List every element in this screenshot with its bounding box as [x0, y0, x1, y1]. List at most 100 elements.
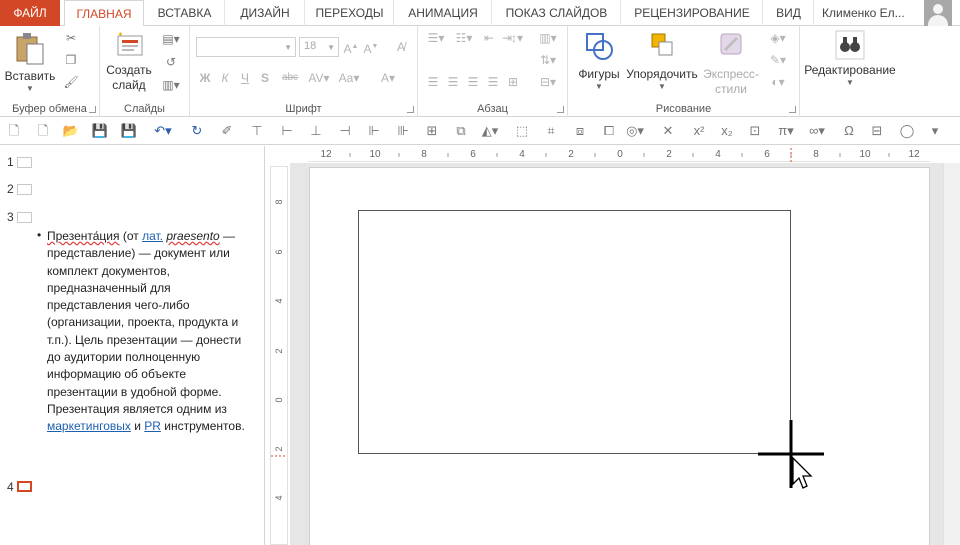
font-color-icon[interactable]: A▾	[376, 70, 400, 86]
align-center-objects-icon[interactable]: ⊪	[394, 122, 412, 140]
align-middle-icon[interactable]: ⊩	[365, 122, 383, 140]
tab-insert[interactable]: ВСТАВКА	[145, 0, 225, 26]
ungroup-icon[interactable]: ⧈	[571, 122, 589, 140]
copy-icon[interactable]: ❐	[62, 52, 80, 68]
clear-format-icon[interactable]: A̸	[392, 39, 410, 55]
bold-button[interactable]: Ж	[196, 70, 214, 86]
new-slide-label-2: слайд	[112, 78, 146, 92]
pr-link[interactable]: PR	[144, 419, 161, 433]
line-spacing-icon[interactable]: ↕▾	[504, 30, 530, 46]
avatar[interactable]	[924, 0, 952, 26]
font-size-combo[interactable]: 18 ▼	[299, 37, 339, 57]
align-left-objects-icon[interactable]: ⊢	[278, 122, 296, 140]
symbol-icon[interactable]: ⊟	[868, 122, 886, 140]
equation-icon[interactable]: π▾	[774, 122, 798, 140]
align-top-icon[interactable]: ⊤	[248, 122, 266, 140]
layout-icon[interactable]: ▤▾	[158, 31, 184, 47]
distribute-icon[interactable]: ⊞	[423, 122, 441, 140]
marketing-link[interactable]: маркетинговых	[47, 419, 131, 433]
slide-thumb-icon[interactable]	[17, 157, 32, 168]
new-slide-button[interactable]: Создать слайд	[104, 30, 154, 93]
omega-icon[interactable]: Ω	[840, 122, 858, 140]
clipboard-launcher-icon[interactable]	[89, 106, 96, 113]
arrange-button[interactable]: Упорядочить ▼	[626, 30, 698, 92]
grow-font-icon[interactable]: A▲	[342, 39, 360, 56]
tab-transitions[interactable]: ПЕРЕХОДЫ	[306, 0, 394, 26]
slide-thumb-icon-selected[interactable]	[17, 481, 32, 492]
tab-home[interactable]: ГЛАВНАЯ	[64, 0, 144, 27]
text-direction-icon[interactable]: ⇅▾	[536, 52, 560, 68]
tab-view[interactable]: ВИД	[764, 0, 814, 26]
shrink-font-icon[interactable]: A▼	[362, 39, 380, 56]
tab-slideshow[interactable]: ПОКАЗ СЛАЙДОВ	[493, 0, 621, 26]
align-left-icon[interactable]: ☰	[424, 74, 442, 90]
user-name[interactable]: Клименко Ел...	[822, 0, 905, 26]
justify-icon[interactable]: ☰	[484, 74, 502, 90]
slide-thumb-icon[interactable]	[17, 212, 32, 223]
format-painter-icon[interactable]: ✐	[218, 122, 236, 140]
latin-link[interactable]: лат.	[142, 229, 163, 243]
drawing-launcher-icon[interactable]	[789, 106, 796, 113]
italic-button[interactable]: К	[216, 70, 234, 86]
group-icon[interactable]: ⧉	[452, 122, 470, 140]
editing-button[interactable]: Редактирование ▼	[802, 30, 898, 88]
subscript-icon[interactable]: x₂	[718, 122, 736, 140]
vertical-scrollbar[interactable]	[943, 163, 960, 545]
shape-effects-icon[interactable]: ◐▾	[766, 74, 790, 90]
strikethrough-button[interactable]: abc	[278, 70, 302, 86]
align-right-icon[interactable]: ☰	[464, 74, 482, 90]
change-case-icon[interactable]: Aa▾	[338, 70, 360, 86]
open-folder-icon[interactable]: 📂	[62, 122, 80, 140]
tab-review[interactable]: РЕЦЕНЗИРОВАНИЕ	[622, 0, 763, 26]
save-as-icon[interactable]: 💾	[120, 122, 138, 140]
tab-file[interactable]: ФАЙЛ	[0, 0, 60, 26]
redo-icon[interactable]: ↻	[188, 122, 206, 140]
bullets-icon[interactable]: ☰▾	[424, 30, 448, 46]
shape-fill-icon[interactable]: ◈▾	[766, 30, 790, 46]
superscript-icon[interactable]: x²	[690, 122, 708, 140]
char-spacing-icon[interactable]: AV▾	[306, 70, 332, 86]
numbering-icon[interactable]: ☷▾	[452, 30, 476, 46]
quick-styles-button[interactable]: Экспресс- стили	[698, 30, 764, 97]
decrease-indent-icon[interactable]: ⇤	[480, 30, 498, 46]
section-icon[interactable]: ▥▾	[158, 77, 184, 93]
close-icon[interactable]: ✕	[659, 122, 677, 140]
rotate-icon[interactable]: ◭▾	[478, 122, 502, 140]
slide-thumb-icon[interactable]	[17, 184, 32, 195]
outline-pane[interactable]: 1 2 3 • Презента́ция (от лат. praesento …	[0, 146, 265, 545]
paragraph-launcher-icon[interactable]	[557, 106, 564, 113]
customize-icon[interactable]: ▾	[926, 122, 944, 140]
align-right-objects-icon[interactable]: ⊣	[336, 122, 354, 140]
undo-icon[interactable]: ↶▾	[150, 122, 176, 140]
drawn-rectangle-shape[interactable]	[358, 210, 791, 454]
new-blank-icon[interactable]: 🗋	[34, 122, 52, 140]
infinity-icon[interactable]: ∞▾	[804, 122, 830, 140]
align-center-icon[interactable]: ☰	[444, 74, 462, 90]
merge-shapes-icon[interactable]: ◎▾	[622, 122, 648, 140]
align-bottom-icon[interactable]: ⊥	[307, 122, 325, 140]
paste-button[interactable]: Вставить ▼	[2, 30, 58, 94]
format-painter-icon[interactable]: 🖌	[62, 74, 80, 90]
outline-text-term: Презента́ция	[47, 229, 120, 243]
font-launcher-icon[interactable]	[407, 106, 414, 113]
tab-animation[interactable]: АНИМАЦИЯ	[395, 0, 492, 26]
columns-icon[interactable]: ▥▾	[536, 30, 560, 46]
select-icon[interactable]: ⬚	[513, 122, 531, 140]
cut-icon[interactable]: ✂	[62, 30, 80, 46]
align-text-icon[interactable]: ⊟▾	[536, 74, 560, 90]
save-icon[interactable]: 💾	[91, 122, 109, 140]
new-document-icon[interactable]: 🗋	[5, 122, 23, 140]
tab-design[interactable]: ДИЗАЙН	[226, 0, 305, 26]
underline-button[interactable]: Ч	[236, 70, 254, 86]
shape-outline-icon[interactable]: ✎▾	[766, 52, 790, 68]
smartart-icon[interactable]: ⊞	[504, 74, 522, 90]
shapes-button[interactable]: Фигуры ▼	[572, 30, 626, 92]
shape-icon[interactable]: ◯	[898, 122, 916, 140]
crop-icon[interactable]: ⌗	[542, 122, 560, 140]
outline-text[interactable]: Презента́ция (от лат. praesento — предст…	[47, 228, 252, 436]
reset-icon[interactable]: ↺	[158, 54, 184, 70]
shadow-button[interactable]: S	[256, 70, 274, 86]
bring-forward-icon[interactable]: ⧠	[600, 122, 618, 140]
equation-box-icon[interactable]: ⊡	[746, 122, 764, 140]
font-name-combo[interactable]: ▼	[196, 37, 296, 57]
